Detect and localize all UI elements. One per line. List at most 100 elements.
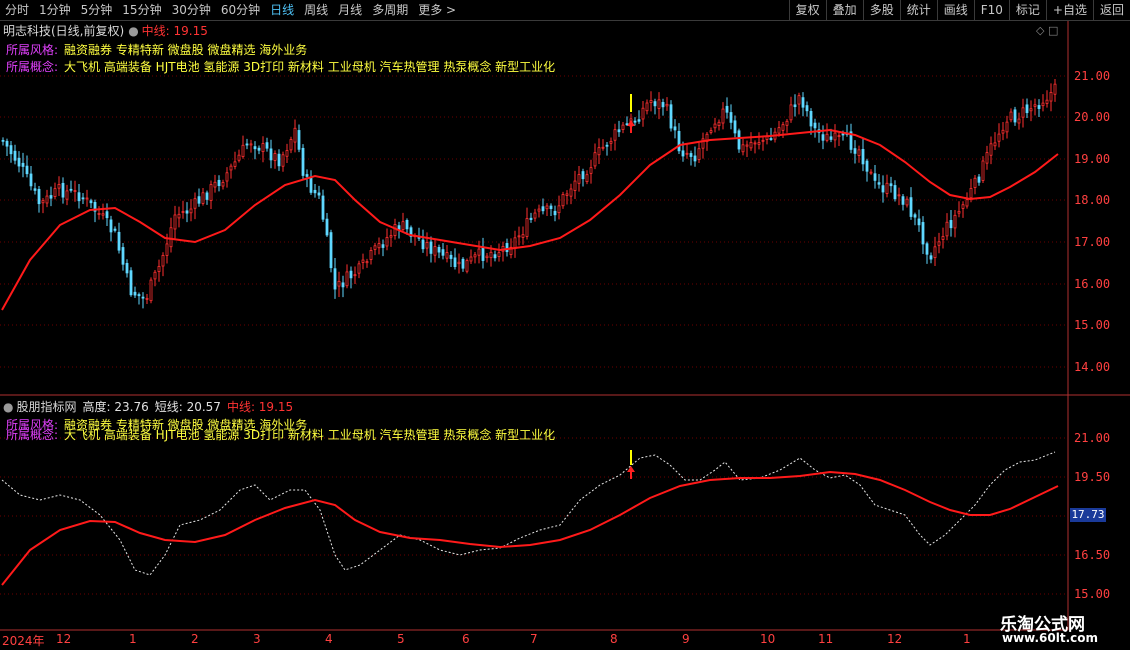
candle-body (277, 153, 281, 167)
candle-body (961, 204, 965, 209)
candle-body (17, 157, 21, 167)
current-value-box: 17.73 (1070, 508, 1106, 522)
x-tick: 2 (191, 632, 199, 646)
candle-body (725, 105, 729, 113)
candle-body (521, 234, 525, 238)
candle-body (293, 127, 297, 143)
candle-body (721, 108, 725, 124)
candle-body (9, 145, 13, 155)
candle-body (157, 266, 161, 272)
x-tick: 6 (462, 632, 470, 646)
candle-body (429, 241, 433, 254)
stock-title: 明志科技(日线,前复权) (3, 24, 125, 38)
candle-body (289, 139, 293, 151)
y-tick: 21.00 (1074, 69, 1111, 83)
concept-tag-row: 所属概念: 大飞机 高端装备 HJT电池 氢能源 3D打印 新材料 工业母机 汽车… (6, 58, 555, 75)
candle-body (769, 138, 773, 140)
buy-signal-sub (627, 450, 635, 479)
candle-body (993, 142, 997, 147)
candle-body (225, 172, 229, 182)
indicator-name: 股朋指标网 (16, 400, 77, 414)
candle-body (577, 174, 581, 184)
candle-body (313, 189, 317, 194)
x-tick: 1 (963, 632, 971, 646)
settings-circle-icon[interactable]: ● (3, 400, 13, 414)
candle-body (813, 122, 817, 129)
concept-value: 大飞机 高端装备 HJT电池 氢能源 3D打印 新材料 工业母机 汽车热管理 热… (64, 60, 556, 74)
candle-body (493, 254, 497, 259)
candle-body (1017, 118, 1021, 124)
candle-body (709, 130, 713, 133)
candle-body (525, 218, 529, 237)
diamond-icon[interactable]: ◇ (1036, 24, 1044, 37)
candle-body (901, 196, 905, 205)
candle-body (557, 205, 561, 214)
candle-body (985, 152, 989, 164)
candle-body (433, 246, 437, 256)
candle-body (833, 132, 837, 141)
candle-body (1009, 111, 1013, 121)
candle-body (453, 257, 457, 268)
chart-canvas[interactable] (0, 0, 1130, 650)
candle-body (797, 95, 801, 105)
candle-body (133, 291, 137, 296)
candle-body (141, 296, 145, 299)
candle-body (881, 185, 885, 193)
candle-body (381, 244, 385, 248)
candle-body (129, 270, 133, 296)
candle-body (601, 146, 605, 149)
candle-body (801, 97, 805, 108)
candle-body (269, 148, 273, 161)
candle-body (553, 210, 557, 216)
candle-body (461, 258, 465, 269)
mid-line-label: 中线: 19.15 (141, 24, 208, 38)
candle-body (13, 150, 17, 161)
candle-body (109, 219, 113, 233)
candle-body (337, 280, 341, 287)
candle-body (205, 192, 209, 200)
candle-body (697, 148, 701, 160)
candle-body (569, 188, 573, 197)
candle-body (917, 218, 921, 226)
candle-body (1025, 104, 1029, 114)
candle-body (693, 155, 697, 162)
panel-corner-icons: ◇ □ (1036, 24, 1058, 37)
candle-body (837, 135, 841, 138)
square-icon[interactable]: □ (1048, 24, 1058, 37)
candle-body (273, 153, 277, 161)
candle-body (201, 192, 205, 204)
candle-body (645, 102, 649, 112)
x-tick: 1 (129, 632, 137, 646)
main-mid-line (1, 128, 1059, 311)
candle-body (921, 222, 925, 245)
candle-body (437, 247, 441, 253)
candle-body (669, 104, 673, 129)
candle-body (165, 243, 169, 256)
y-tick: 14.00 (1074, 360, 1111, 374)
candle-body (377, 243, 381, 249)
candle-body (585, 174, 589, 183)
candle-body (729, 112, 733, 123)
candle-body (25, 165, 29, 175)
candle-body (237, 154, 241, 161)
candle-body (37, 188, 41, 205)
candle-body (745, 144, 749, 147)
candle-body (333, 268, 337, 290)
candle-body (29, 173, 33, 187)
candle-body (1021, 107, 1025, 118)
candle-body (969, 188, 973, 199)
candle-body (989, 143, 993, 156)
candle-body (781, 124, 785, 131)
candle-body (757, 142, 761, 145)
short-label: 短线: 20.57 (154, 400, 221, 414)
candle-body (741, 144, 745, 153)
settings-circle-icon[interactable]: ● (128, 24, 138, 38)
candle-body (209, 184, 213, 201)
candle-body (57, 184, 61, 189)
candle-body (545, 205, 549, 210)
candle-body (681, 150, 685, 157)
candle-body (905, 198, 909, 206)
candle-body (937, 241, 941, 246)
candle-body (349, 270, 353, 279)
candle-body (5, 140, 9, 147)
